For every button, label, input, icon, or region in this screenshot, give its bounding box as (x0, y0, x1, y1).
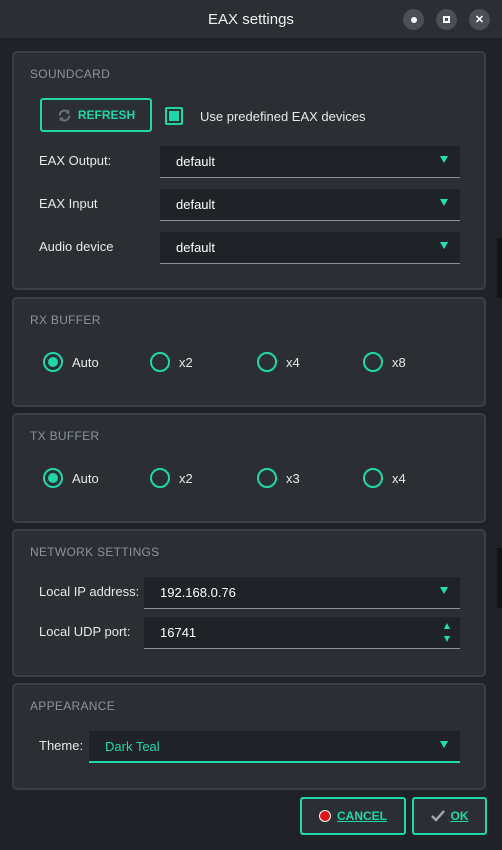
tx-option-x3: x3 (286, 471, 300, 486)
theme-label: Theme: (39, 738, 84, 753)
background-window-edge (497, 238, 502, 298)
rx-option-x4: x4 (286, 355, 300, 370)
eax-output-value: default (176, 154, 216, 169)
theme-select[interactable]: Dark Teal (89, 731, 460, 763)
udp-port-value: 16741 (160, 625, 197, 640)
refresh-icon (58, 108, 71, 122)
dropdown-arrow-icon (440, 156, 448, 163)
use-predefined-label: Use predefined EAX devices (200, 109, 366, 124)
title-bar: EAX settings ✕ (0, 0, 502, 38)
stop-icon (319, 810, 331, 822)
use-predefined-checkbox[interactable] (165, 107, 183, 125)
dialog-body: SOUNDCARD REFRESH Use predefined EAX dev… (0, 38, 502, 850)
udp-port-spinbox[interactable]: 16741 (144, 617, 460, 649)
cancel-label: CANCEL (337, 809, 387, 823)
rx-option-x8: x8 (392, 355, 406, 370)
eax-input-select[interactable]: default (160, 189, 460, 221)
rx-radio-x4[interactable] (257, 352, 277, 372)
audio-device-select[interactable]: default (160, 232, 460, 264)
spin-up-icon[interactable] (444, 623, 450, 629)
ok-label: OK (450, 809, 469, 823)
rx-radio-auto[interactable] (43, 352, 63, 372)
dropdown-arrow-icon (440, 242, 448, 249)
audio-device-value: default (176, 240, 216, 255)
cancel-button[interactable]: CANCEL (300, 797, 406, 835)
tx-buffer-title: TX BUFFER (30, 429, 100, 443)
audio-device-label: Audio device (39, 239, 114, 254)
window-title: EAX settings (208, 10, 294, 28)
eax-input-value: default (176, 197, 216, 212)
rx-radio-x8[interactable] (363, 352, 383, 372)
spin-down-icon[interactable] (444, 636, 450, 642)
ip-address-label: Local IP address: (39, 584, 140, 599)
radio-selected-dot (48, 473, 58, 483)
tx-option-auto: Auto (72, 471, 99, 486)
radio-selected-dot (48, 357, 58, 367)
network-title: NETWORK SETTINGS (30, 545, 160, 559)
minimize-icon (410, 16, 417, 23)
ip-address-value: 192.168.0.76 (160, 585, 236, 600)
appearance-title: APPEARANCE (30, 699, 116, 713)
rx-buffer-title: RX BUFFER (30, 313, 101, 327)
background-window-edge (497, 548, 502, 608)
tx-option-x2: x2 (179, 471, 193, 486)
rx-option-auto: Auto (72, 355, 99, 370)
refresh-button[interactable]: REFRESH (40, 98, 152, 132)
rx-option-x2: x2 (179, 355, 193, 370)
checkbox-checked-mark (169, 111, 179, 121)
network-group: NETWORK SETTINGS Local IP address: 192.1… (12, 529, 486, 677)
tx-buffer-group: TX BUFFER Auto x2 x3 x4 (12, 413, 486, 523)
tx-radio-x2[interactable] (150, 468, 170, 488)
ok-button[interactable]: OK (412, 797, 487, 835)
refresh-label: REFRESH (77, 108, 136, 122)
eax-output-select[interactable]: default (160, 146, 460, 178)
eax-input-label: EAX Input (39, 196, 98, 211)
tx-radio-auto[interactable] (43, 468, 63, 488)
minimize-button[interactable] (403, 9, 424, 30)
dropdown-arrow-icon (440, 587, 448, 594)
tx-option-x4: x4 (392, 471, 406, 486)
checkmark-icon (430, 810, 445, 822)
rx-radio-x2[interactable] (150, 352, 170, 372)
dropdown-arrow-icon (440, 741, 448, 748)
rx-buffer-group: RX BUFFER Auto x2 x4 x8 (12, 297, 486, 407)
appearance-group: APPEARANCE Theme: Dark Teal (12, 683, 486, 790)
soundcard-title: SOUNDCARD (30, 67, 111, 81)
ip-address-select[interactable]: 192.168.0.76 (144, 577, 460, 609)
close-button[interactable]: ✕ (469, 9, 490, 30)
tx-radio-x4[interactable] (363, 468, 383, 488)
udp-port-label: Local UDP port: (39, 624, 131, 639)
dropdown-arrow-icon (440, 199, 448, 206)
eax-output-label: EAX Output: (39, 153, 112, 168)
theme-value: Dark Teal (105, 738, 160, 754)
close-icon: ✕ (474, 14, 485, 26)
maximize-button[interactable] (436, 9, 457, 30)
maximize-icon (443, 16, 450, 23)
tx-radio-x3[interactable] (257, 468, 277, 488)
soundcard-group: SOUNDCARD REFRESH Use predefined EAX dev… (12, 51, 486, 290)
